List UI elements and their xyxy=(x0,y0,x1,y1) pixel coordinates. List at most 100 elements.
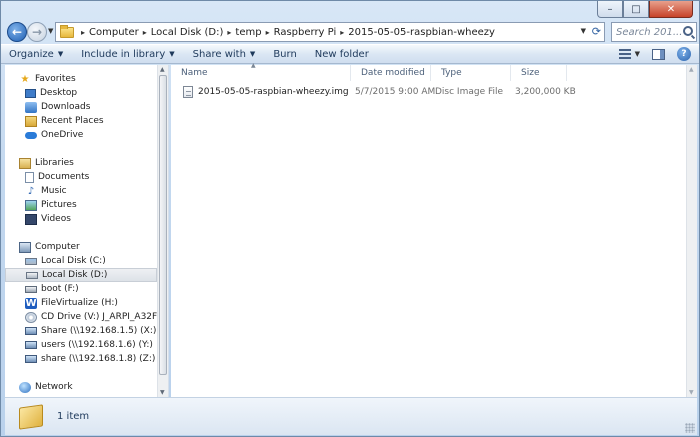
search-icon[interactable] xyxy=(683,26,693,36)
burn-button[interactable]: Burn xyxy=(273,49,296,60)
drive-icon xyxy=(26,271,38,279)
recent-pages-dropdown[interactable]: ▼ xyxy=(48,27,53,35)
breadcrumb-separator[interactable]: ▸ xyxy=(143,28,147,37)
nav-item-label: Music xyxy=(41,186,67,196)
chevron-down-icon: ▼ xyxy=(169,50,175,58)
sort-ascending-icon: ▲ xyxy=(251,62,256,69)
nav-item-onedrive[interactable]: OneDrive xyxy=(5,128,157,142)
breadcrumb-separator[interactable]: ▸ xyxy=(227,28,231,37)
network-icon xyxy=(19,381,31,393)
nav-item-local-disk-d[interactable]: Local Disk (D:) xyxy=(5,268,157,282)
nav-item-music[interactable]: ♪ Music xyxy=(5,184,157,198)
nav-pane-scrollbar[interactable]: ▲ ▼ xyxy=(157,65,168,397)
navigation-pane: ★ Favorites Desktop Downloads Recent Places O… xyxy=(5,65,169,397)
network-drive-icon xyxy=(25,341,37,349)
downloads-icon xyxy=(25,101,37,113)
nav-item-share-192-168-1-8-z[interactable]: share (\\192.168.1.8) (Z:) xyxy=(5,352,157,366)
nav-item-downloads[interactable]: Downloads xyxy=(5,100,157,114)
nav-item-documents[interactable]: Documents xyxy=(5,170,157,184)
column-header-name[interactable]: Name ▲ xyxy=(171,62,351,81)
include-in-library-button[interactable]: Include in library ▼ xyxy=(81,49,174,60)
file-row[interactable]: 2015-05-05-raspbian-wheezy.img 5/7/2015 … xyxy=(179,83,579,101)
nav-item-cd-drive-v-j-arpi-a32freo-en[interactable]: CD Drive (V:) J_ARPI_A32FREO_EN xyxy=(5,310,157,324)
documents-icon xyxy=(25,171,34,183)
maximize-button[interactable]: □ xyxy=(623,1,649,18)
file-list-pane: Name ▲ Date modified Type Size 2015-05-05… xyxy=(171,62,697,397)
item-count: 1 item xyxy=(57,411,90,422)
filevirtualize-icon: W xyxy=(25,297,37,309)
nav-item-label: Recent Places xyxy=(41,116,104,126)
breadcrumb-current-folder[interactable]: 2015-05-05-raspbian-wheezy xyxy=(348,27,495,38)
nav-item-label: OneDrive xyxy=(41,130,84,140)
column-header-date-modified[interactable]: Date modified xyxy=(351,65,431,81)
nav-item-label: Videos xyxy=(41,214,71,224)
breadcrumb-local-disk-d[interactable]: Local Disk (D:) xyxy=(151,27,224,38)
nav-item-label: share (\\192.168.1.8) (Z:) xyxy=(41,354,156,364)
navigation-bar: ← → ▼ ▸ Computer ▸ Local Disk (D:) ▸ tem… xyxy=(1,21,699,43)
nav-item-videos[interactable]: Videos xyxy=(5,212,157,226)
music-icon: ♪ xyxy=(27,185,35,197)
refresh-icon[interactable]: ⟳ xyxy=(592,25,601,38)
file-name-cell[interactable]: 2015-05-05-raspbian-wheezy.img xyxy=(183,83,353,101)
chevron-down-icon: ▼ xyxy=(249,50,256,58)
breadcrumb-separator[interactable]: ▸ xyxy=(266,28,270,37)
scroll-down-arrow-icon[interactable]: ▼ xyxy=(160,389,165,396)
preview-pane-icon[interactable] xyxy=(652,48,665,60)
new-folder-button[interactable]: New folder xyxy=(315,49,369,60)
nav-item-pictures[interactable]: Pictures xyxy=(5,198,157,212)
nav-item-label: boot (F:) xyxy=(41,284,79,294)
nav-item-libraries[interactable]: Libraries xyxy=(5,156,157,170)
back-button[interactable]: ← xyxy=(7,22,27,42)
folder-icon xyxy=(60,24,74,38)
breadcrumb-separator[interactable]: ▸ xyxy=(81,28,85,37)
nav-item-network[interactable]: Network xyxy=(5,380,157,394)
column-header-type[interactable]: Type xyxy=(431,65,511,81)
nav-item-desktop[interactable]: Desktop xyxy=(5,86,157,100)
system-drive-icon xyxy=(25,257,37,265)
nav-item-label: Desktop xyxy=(40,88,78,98)
usb-drive-icon xyxy=(25,285,37,293)
address-bar[interactable]: ▸ Computer ▸ Local Disk (D:) ▸ temp ▸ Ra… xyxy=(55,22,605,42)
cd-drive-icon xyxy=(25,311,37,323)
organize-button[interactable]: Organize ▼ xyxy=(9,49,63,60)
view-options-dropdown[interactable]: ▼ xyxy=(635,50,640,58)
forward-button[interactable]: → xyxy=(27,22,47,42)
column-header-size[interactable]: Size xyxy=(511,65,567,81)
minimize-button[interactable]: – xyxy=(597,1,623,18)
address-history-dropdown[interactable]: ▼ xyxy=(581,27,586,35)
search-placeholder: Search 201... xyxy=(616,26,683,38)
resize-grip-icon[interactable] xyxy=(685,423,695,433)
nav-item-computer[interactable]: Computer xyxy=(5,240,157,254)
change-view-icon[interactable] xyxy=(618,49,631,59)
breadcrumb-computer[interactable]: Computer xyxy=(89,27,139,38)
nav-item-local-disk-c[interactable]: Local Disk (C:) xyxy=(5,254,157,268)
nav-item-share-192-168-1-5-x[interactable]: Share (\\192.168.1.5) (X:) xyxy=(5,324,157,338)
nav-item-filevirtualize-h[interactable]: W FileVirtualize (H:) xyxy=(5,296,157,310)
scroll-up-arrow-icon[interactable]: ▲ xyxy=(160,66,165,73)
help-icon[interactable]: ? xyxy=(677,47,691,61)
nav-item-users-192-168-1-6-y[interactable]: users (\\192.168.1.6) (Y:) xyxy=(5,338,157,352)
nav-item-label: Local Disk (C:) xyxy=(41,256,106,266)
nav-item-label: Network xyxy=(35,382,73,392)
videos-icon xyxy=(25,213,37,225)
back-arrow-icon: ← xyxy=(11,25,23,39)
close-button[interactable]: ✕ xyxy=(649,1,693,18)
nav-item-boot-f[interactable]: boot (F:) xyxy=(5,282,157,296)
nav-item-label: Downloads xyxy=(41,102,91,112)
details-status-bar: 1 item xyxy=(5,397,697,435)
scroll-down-arrow-icon[interactable]: ▼ xyxy=(689,389,694,396)
breadcrumb-raspberry-pi[interactable]: Raspberry Pi xyxy=(274,27,337,38)
star-icon: ★ xyxy=(20,73,30,85)
search-input[interactable]: Search 201... xyxy=(611,22,697,42)
breadcrumb-temp[interactable]: temp xyxy=(235,27,261,38)
scrollbar-thumb[interactable] xyxy=(159,75,167,375)
nav-item-label: FileVirtualize (H:) xyxy=(41,298,118,308)
nav-item-favorites[interactable]: ★ Favorites xyxy=(5,72,157,86)
nav-item-recent-places[interactable]: Recent Places xyxy=(5,114,157,128)
command-toolbar: Organize ▼ Include in library ▼ Share with… xyxy=(1,44,699,64)
share-with-button[interactable]: Share with ▼ xyxy=(193,49,256,60)
breadcrumb-separator[interactable]: ▸ xyxy=(340,28,344,37)
scroll-up-arrow-icon[interactable]: ▲ xyxy=(689,66,694,73)
caption-buttons: – □ ✕ xyxy=(597,1,693,19)
file-list-scrollbar[interactable]: ▲ ▼ xyxy=(686,65,697,397)
